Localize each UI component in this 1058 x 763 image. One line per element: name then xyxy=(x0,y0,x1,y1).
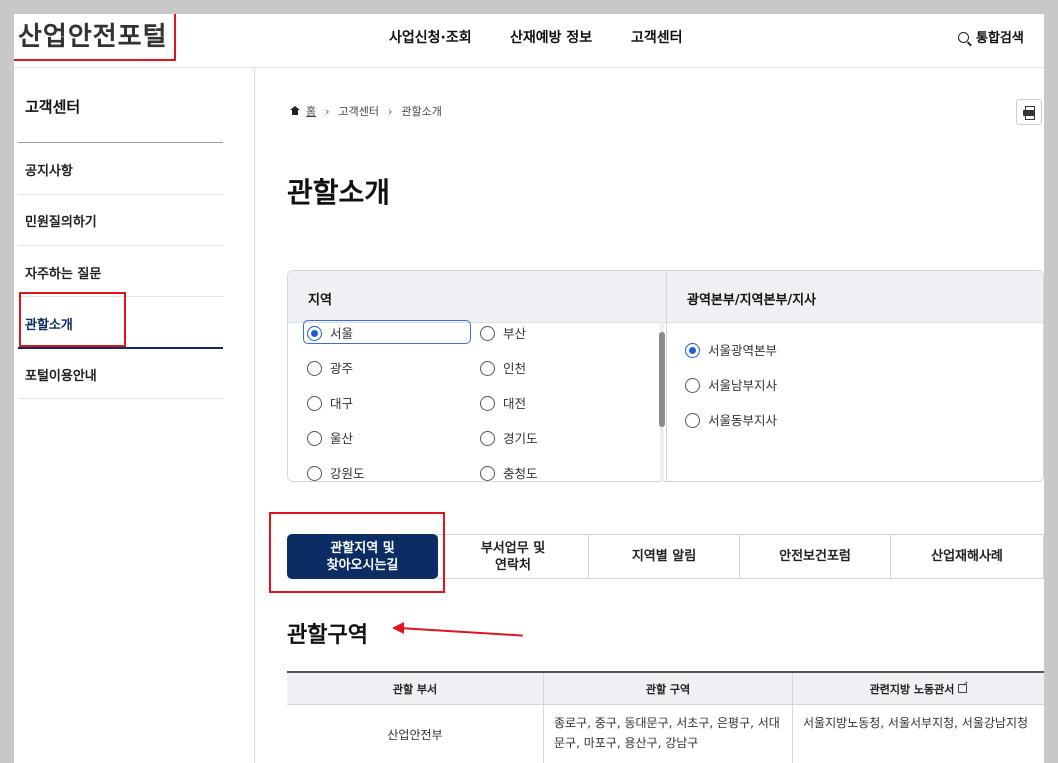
search-button[interactable]: 통합검색 xyxy=(958,27,1024,46)
office-radio-seoul-hq[interactable]: 서울광역본부 xyxy=(685,340,777,359)
annotation-arrow xyxy=(398,627,523,637)
divider xyxy=(18,194,223,195)
region-radio-seoul[interactable]: 서울 xyxy=(307,323,353,342)
annotation-arrow-head xyxy=(392,622,404,634)
radio-icon xyxy=(480,361,495,376)
search-icon xyxy=(958,32,969,43)
annotation-box-sidebar xyxy=(19,292,126,347)
table-header: 관할 부서 xyxy=(287,673,544,705)
sidebar-item-notice[interactable]: 공지사항 xyxy=(25,160,73,179)
radio-icon xyxy=(685,378,700,393)
jurisdiction-table: 관할 부서 관할 구역 관련지방 노동관서 산업안전부 종로구, 중구, 동대문… xyxy=(287,671,1044,763)
radio-icon xyxy=(685,413,700,428)
radio-icon xyxy=(307,396,322,411)
radio-icon xyxy=(480,326,495,341)
region-radio-ulsan[interactable]: 울산 xyxy=(307,428,353,447)
sidebar-item-guide[interactable]: 포털이용안내 xyxy=(25,365,97,384)
table-header: 관할 구역 xyxy=(544,673,793,705)
breadcrumb-home[interactable]: 홈 xyxy=(306,105,316,118)
sidebar: 고객센터 공지사항 민원질의하기 자주하는 질문 관할소개 포털이용안내 xyxy=(14,68,255,763)
breadcrumb: 홈 › 고객센터 › 관할소개 xyxy=(290,103,442,119)
region-radio-chungcheong[interactable]: 충청도 xyxy=(480,463,538,482)
nav-item-business[interactable]: 사업신청·조회 xyxy=(389,27,472,47)
region-selector: 지역 광역본부/지역본부/지사 xyxy=(287,270,1044,482)
breadcrumb-item: 관할소개 xyxy=(401,105,442,118)
divider xyxy=(18,245,223,246)
radio-icon xyxy=(307,326,322,341)
sidebar-item-faq[interactable]: 자주하는 질문 xyxy=(25,263,101,282)
breadcrumb-item[interactable]: 고객센터 xyxy=(339,105,379,118)
region-radio-incheon[interactable]: 인천 xyxy=(480,358,526,377)
print-button[interactable] xyxy=(1016,99,1042,125)
divider xyxy=(18,398,223,399)
region-radio-daegu[interactable]: 대구 xyxy=(307,393,353,412)
region-radio-busan[interactable]: 부산 xyxy=(480,323,526,342)
radio-icon xyxy=(685,343,700,358)
radio-icon xyxy=(307,431,322,446)
divider xyxy=(18,142,223,143)
page-title: 관할소개 xyxy=(287,176,391,209)
region-header: 지역 xyxy=(288,271,666,323)
region-header-label: 지역 xyxy=(308,293,332,308)
external-link-icon xyxy=(958,684,968,693)
tab-departments[interactable]: 부서업무 및 연락처 xyxy=(437,534,589,579)
annotation-box-logo xyxy=(14,14,176,61)
radio-icon xyxy=(307,361,322,376)
tab-safety-forum[interactable]: 안전보건포럼 xyxy=(739,534,891,579)
browser-page: 산업안전포털 사업신청·조회 산재예방 정보 고객센터 통합검색 고객센터 공지… xyxy=(14,14,1044,763)
office-radio-seoul-south[interactable]: 서울남부지사 xyxy=(685,375,777,394)
office-header: 광역본부/지역본부/지사 xyxy=(666,271,1043,323)
region-radio-gyeonggi[interactable]: 경기도 xyxy=(480,428,538,447)
table-cell: 서울지방노동청, 서울서부지청, 서울강남지청 xyxy=(803,716,1029,730)
scrollbar-thumb[interactable] xyxy=(659,332,665,427)
table-cell: 산업안전부 xyxy=(287,705,544,763)
office-header-label: 광역본부/지역본부/지사 xyxy=(687,293,817,308)
radio-icon xyxy=(480,396,495,411)
nav-item-customer-center[interactable]: 고객센터 xyxy=(631,27,683,47)
nav-item-prevention[interactable]: 산재예방 정보 xyxy=(510,27,592,47)
section-title: 관할구역 xyxy=(287,623,368,648)
site-header: 산업안전포털 사업신청·조회 산재예방 정보 고객센터 통합검색 xyxy=(14,14,1044,68)
region-radio-daejeon[interactable]: 대전 xyxy=(480,393,526,412)
tab-accident-cases[interactable]: 산업재해사례 xyxy=(890,534,1044,579)
tab-regional-notice[interactable]: 지역별 알림 xyxy=(588,534,740,579)
search-label: 통합검색 xyxy=(976,31,1024,46)
radio-icon xyxy=(480,466,495,481)
region-radio-gwangju[interactable]: 광주 xyxy=(307,358,353,377)
table-header[interactable]: 관련지방 노동관서 xyxy=(793,673,1044,705)
home-icon xyxy=(290,106,300,115)
active-underline xyxy=(18,347,223,349)
divider xyxy=(666,323,667,481)
sidebar-item-inquiry[interactable]: 민원질의하기 xyxy=(25,211,97,230)
radio-icon xyxy=(480,431,495,446)
sidebar-title: 고객센터 xyxy=(25,98,81,116)
annotation-box-tab xyxy=(269,512,445,593)
radio-icon xyxy=(307,466,322,481)
office-radio-seoul-east[interactable]: 서울동부지사 xyxy=(685,410,777,429)
table-cell: 종로구, 중구, 동대문구, 서초구, 은평구, 서대문구, 마포구, 용산구,… xyxy=(544,705,793,763)
region-radio-gangwon[interactable]: 강원도 xyxy=(307,463,365,482)
